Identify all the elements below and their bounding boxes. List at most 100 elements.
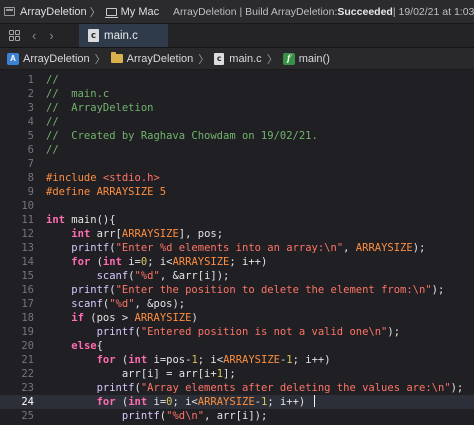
line-code: arr[i] = arr[i+1]; <box>46 367 236 381</box>
code-line[interactable]: 11 int main(){ <box>0 213 474 227</box>
line-code: // Created by Raghava Chowdam on 19/02/2… <box>46 129 318 143</box>
line-number: 15 <box>21 270 34 282</box>
line-code: #define ARRAYSIZE 5 <box>46 185 166 199</box>
code-token: ); <box>387 326 401 338</box>
code-line[interactable]: 25 printf("%d\n", arr[i]); <box>0 409 474 423</box>
code-line[interactable]: 20 else{ <box>0 339 474 353</box>
code-token: ARRAYSIZE <box>223 354 280 366</box>
code-token: ( <box>115 354 129 366</box>
code-token: { <box>96 340 103 352</box>
code-line[interactable]: 3 // ArrayDeletion <box>0 101 474 115</box>
code-line[interactable]: 5 // Created by Raghava Chowdam on 19/02/… <box>0 129 474 143</box>
code-line[interactable]: 1 // <box>0 73 474 87</box>
line-number: 7 <box>27 158 34 170</box>
code-token: "Enter %d elements into an array:\n" <box>115 242 344 254</box>
code-token: int <box>128 354 148 366</box>
code-token: #include <box>46 172 103 184</box>
c-file-icon: c <box>214 52 225 65</box>
code-token: , arr[i]); <box>204 410 268 422</box>
code-line[interactable]: 23 printf("Array elements after deleting… <box>0 381 474 395</box>
jumpbar-file[interactable]: main.c <box>229 53 261 65</box>
code-line[interactable]: 24 for (int i=0; i<ARRAYSIZE-1; i++) <box>0 395 474 409</box>
line-code: // <box>46 115 59 129</box>
tab-main-c[interactable]: c main.c <box>79 24 168 47</box>
code-token: ); <box>450 382 464 394</box>
line-number: 23 <box>21 382 34 394</box>
line-number: 24 <box>21 396 34 408</box>
code-line[interactable]: 21 for (int i=pos-1; i<ARRAYSIZE-1; i++) <box>0 353 474 367</box>
code-token: printf <box>96 326 135 338</box>
code-token: // <box>46 74 59 86</box>
line-number: 12 <box>21 228 34 240</box>
code-token: int <box>71 228 91 240</box>
title-bar: ArrayDeletion 〉 My Mac ArrayDeletion | B… <box>0 0 474 24</box>
code-token: printf <box>96 382 135 394</box>
line-number: 2 <box>27 88 34 100</box>
back-arrow-icon[interactable]: ‹ <box>32 28 36 43</box>
code-token: else <box>71 340 97 352</box>
code-line[interactable]: 19 printf("Entered position is not a val… <box>0 325 474 339</box>
code-line[interactable]: 17 scanf("%d", &pos); <box>0 297 474 311</box>
code-token: ARRAYSIZE <box>134 312 192 324</box>
code-token: arr[i] = arr[i+ <box>46 368 217 380</box>
code-token: "Enter the position to delete the elemen… <box>115 284 432 296</box>
code-line[interactable]: 7 <box>0 157 474 171</box>
code-line[interactable]: 6 // <box>0 143 474 157</box>
chevron-right-icon: 〉 <box>198 53 210 66</box>
line-number: 6 <box>27 144 34 156</box>
jumpbar-symbol[interactable]: main() <box>299 53 330 65</box>
code-token: "%d" <box>134 270 160 282</box>
code-token: for <box>96 354 116 366</box>
code-line[interactable]: 15 scanf("%d", &arr[i]); <box>0 269 474 283</box>
scheme-icon <box>4 7 15 16</box>
line-number: 13 <box>21 242 34 254</box>
code-line[interactable]: 4 // <box>0 115 474 129</box>
code-token: ARRAYSIZE <box>172 256 230 268</box>
code-line[interactable]: 16 printf("Enter the position to delete … <box>0 283 474 297</box>
jumpbar-project[interactable]: ArrayDeletion <box>23 53 90 65</box>
line-number: 20 <box>21 340 34 352</box>
line-number: 21 <box>21 354 34 366</box>
code-line[interactable]: 2 // main.c <box>0 87 474 101</box>
code-token: int <box>102 256 122 268</box>
code-token: "%d" <box>109 298 135 310</box>
line-code: for (int i=0; i<ARRAYSIZE; i++) <box>46 255 267 269</box>
code-line[interactable]: 9 #define ARRAYSIZE 5 <box>0 185 474 199</box>
code-editor[interactable]: 1 // 2 // main.c 3 // ArrayDeletion 4 // 5 // Cre… <box>0 71 474 425</box>
code-token: i= <box>147 396 167 408</box>
code-line[interactable]: 14 for (int i=0; i<ARRAYSIZE; i++) <box>0 255 474 269</box>
code-line[interactable]: 18 if (pos > ARRAYSIZE) <box>0 311 474 325</box>
tab-bar: ‹ › c main.c <box>0 24 474 48</box>
function-icon: f <box>282 52 295 65</box>
line-number: 5 <box>27 130 34 142</box>
code-line[interactable]: 13 printf("Enter %d elements into an arr… <box>0 241 474 255</box>
line-number: 8 <box>27 172 34 184</box>
chevron-right-icon: 〉 <box>94 53 106 66</box>
code-token: if <box>71 312 84 324</box>
line-number: 18 <box>21 312 34 324</box>
code-line[interactable]: 12 int arr[ARRAYSIZE], pos; <box>0 227 474 241</box>
scheme-selector[interactable]: ArrayDeletion 〉 <box>0 4 104 20</box>
code-line[interactable]: 8 #include <stdio.h> <box>0 171 474 185</box>
code-token: #define ARRAYSIZE 5 <box>46 186 167 198</box>
line-number: 14 <box>21 256 34 268</box>
code-line[interactable]: 10 <box>0 199 474 213</box>
line-number: 10 <box>21 200 34 212</box>
jumpbar-folder[interactable]: ArrayDeletion <box>127 53 194 65</box>
code-token: "%d\n" <box>166 410 205 422</box>
line-code: printf("Enter the position to delete the… <box>46 283 444 297</box>
grid-icon[interactable] <box>9 30 20 41</box>
mac-icon <box>104 7 118 18</box>
code-line[interactable]: 22 arr[i] = arr[i+1]; <box>0 367 474 381</box>
destination-selector[interactable]: My Mac <box>104 6 159 18</box>
code-token: (pos > <box>83 312 135 324</box>
code-token: <stdio.h> <box>102 172 160 184</box>
code-token: // <box>46 116 59 128</box>
forward-arrow-icon[interactable]: › <box>49 28 53 43</box>
